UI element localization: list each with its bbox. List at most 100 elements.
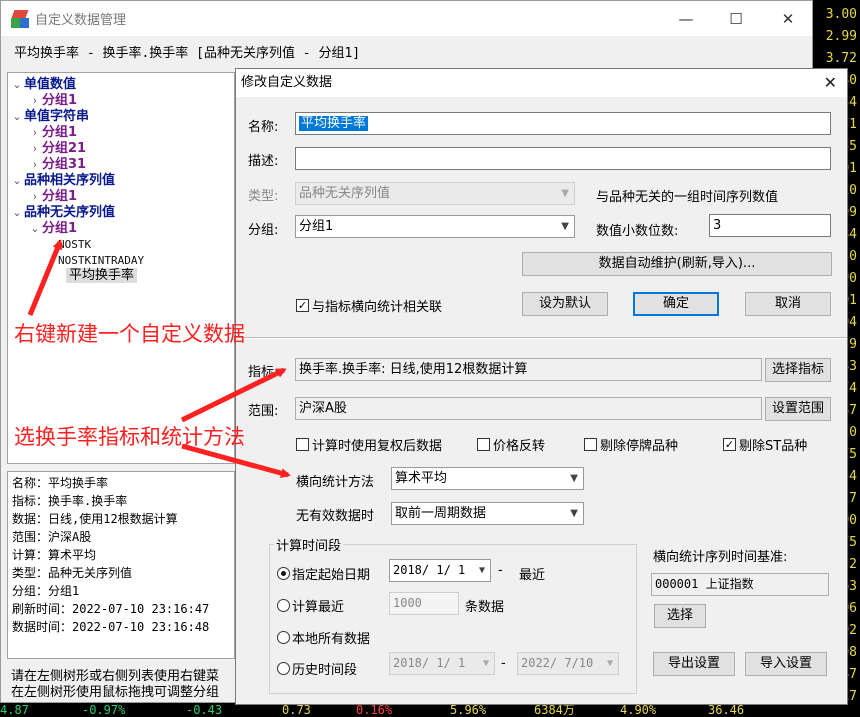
decimals-label: 数值小数位数: [596,224,679,239]
quote-cell: 0.73 [282,703,311,717]
status-hint: 在左侧树形使用鼠标拖拽可调整分组 [11,685,220,700]
collapse-icon[interactable]: ⌄ [10,173,24,189]
cancel-button[interactable]: 取消 [745,292,831,316]
quote-cell: 5.96% [450,703,487,717]
export-settings-button[interactable]: 导出设置 [653,652,735,676]
dialog-title: 修改自定义数据 [241,75,333,90]
ok-button[interactable]: 确定 [633,292,719,316]
tree-node[interactable]: ⌄ 品种无关序列值 [10,205,115,221]
collapse-icon[interactable]: ⌄ [10,205,24,221]
info-line: 类型：品种无关序列值 [12,566,133,580]
tree-leaf[interactable]: NOSTK [58,237,91,253]
radio-recent[interactable]: 计算最近 [277,596,344,615]
minimize-icon[interactable]: — [663,1,709,36]
close-icon[interactable]: ✕ [765,1,811,36]
recent-count-field: 1000 [389,592,459,615]
dropdown-arrow-icon: ▼ [478,565,485,576]
group-select[interactable]: 分组1 ▼ [295,215,575,238]
price-cell: 2.99 [825,29,857,44]
name-field[interactable]: 平均换手率 [295,112,831,135]
annotation-new-data: 右键新建一个自定义数据 [14,322,245,346]
current-path: 平均换手率 - 换手率.换手率 [品种无关序列值 - 分组1] [14,46,361,61]
suspend-checkbox[interactable]: 剔除停牌品种 [584,435,678,454]
radio-start-date[interactable]: 指定起始日期 [277,564,370,583]
dropdown-arrow-icon: ▼ [570,508,578,519]
range-label: 范围: [248,404,279,419]
tree-node[interactable]: ⌄ 分组1 [28,221,77,237]
radio-history[interactable]: 历史时间段 [277,659,357,678]
time-basis-field: 000001 上证指数 [651,573,829,596]
dialog-title-bar[interactable]: 修改自定义数据 ✕ [236,69,847,97]
reverse-checkbox[interactable]: 价格反转 [477,435,545,454]
quote-cell: 6384万 [534,703,575,717]
info-panel: 名称：平均换手率 指标：换手率.换手率 数据：日线,使用12根数据计算 范围：沪… [7,471,235,659]
import-settings-button[interactable]: 导入设置 [745,652,827,676]
collapse-icon[interactable]: ⌄ [10,109,24,125]
auto-maintain-button[interactable]: 数据自动维护(刷新,导入)... [522,252,832,276]
quote-cell: 4.90% [620,703,657,717]
dropdown-arrow-icon: ▼ [482,658,489,669]
st-checkbox[interactable]: ✓ 剔除ST品种 [723,435,807,454]
info-line: 范围：沪深A股 [12,530,92,544]
type-hint: 与品种无关的一组时间序列数值 [596,190,779,205]
tree-leaf[interactable]: NOSTKINTRADAY [58,253,144,269]
modify-custom-data-dialog: 修改自定义数据 ✕ 名称: 平均换手率 描述: 类型: 品种无关序列值 ▼ 与品种… [235,68,848,705]
decimals-field[interactable]: 3 [709,214,831,237]
dialog-close-icon[interactable]: ✕ [824,69,837,97]
stat-method-label: 横向统计方法 [296,475,375,490]
tree-node[interactable]: › 分组31 [28,157,86,173]
collapse-icon[interactable]: ⌄ [28,221,42,237]
app-cube-icon [11,9,29,28]
stat-method-select[interactable]: 算术平均 ▼ [391,467,584,490]
tree-node[interactable]: › 分组1 [28,125,77,141]
maximize-icon[interactable]: ☐ [713,1,759,36]
desc-field[interactable] [295,147,831,170]
restore-checkbox[interactable]: 计算时使用复权后数据 [296,435,442,454]
set-default-button[interactable]: 设为默认 [522,292,608,316]
tree-node[interactable]: › 分组21 [28,141,86,157]
tree-node[interactable]: › 分组1 [28,189,77,205]
invalid-data-label: 无有效数据时 [296,509,375,524]
tree-node[interactable]: ⌄ 单值数值 [10,77,76,93]
type-label: 类型: [248,189,279,204]
period-group-title: 计算时间段 [274,535,344,554]
info-line: 数据时间：2022-07-10 23:16:48 [12,620,210,634]
expand-icon[interactable]: › [28,189,42,205]
dropdown-arrow-icon: ▼ [561,188,569,199]
expand-icon[interactable]: › [28,125,42,141]
choose-basis-button[interactable]: 选择 [654,604,706,628]
price-cell: 3.72 [825,51,857,66]
type-select: 品种无关序列值 ▼ [295,182,575,205]
group-label: 分组: [248,223,279,238]
expand-icon[interactable]: › [28,141,42,157]
tree-node[interactable]: ⌄ 品种相关序列值 [10,173,115,189]
window-title: 自定义数据管理 [35,13,127,28]
history-to-picker: 2022/ 7/10 ▼ [517,652,619,675]
desc-label: 描述: [248,154,279,169]
expand-icon[interactable]: › [28,93,42,109]
recent-unit-label: 条数据 [465,600,505,615]
info-line: 数据：日线,使用12根数据计算 [12,512,178,526]
info-line: 刷新时间：2022-07-10 23:16:47 [12,602,210,616]
title-bar[interactable]: 自定义数据管理 — ☐ ✕ [1,1,812,36]
tree-leaf-selected[interactable]: 平均换手率 [66,268,138,284]
info-line: 指标：换手率.换手率 [12,494,128,508]
time-basis-label: 横向统计序列时间基准: [653,550,788,565]
tree-node[interactable]: › 分组1 [28,93,77,109]
info-line: 分组：分组1 [12,584,80,598]
choose-indicator-button[interactable]: 选择指标 [765,358,831,382]
invalid-data-select[interactable]: 取前一周期数据 ▼ [391,502,584,525]
info-line: 计算：算术平均 [12,548,97,562]
collapse-icon[interactable]: ⌄ [10,77,24,93]
set-range-button[interactable]: 设置范围 [765,397,831,421]
start-date-picker[interactable]: 2018/ 1/ 1 ▼ [389,559,491,582]
data-tree[interactable]: ⌄ 单值数值 › 分组1 ⌄ 单值字符串 › 分组1 › 分组21 › 分组31 ⌄ 品种相关… [7,72,235,464]
link-stat-checkbox[interactable]: ✓ 与指标横向统计相关联 [296,296,442,315]
annotation-choose-indicator: 选换手率指标和统计方法 [14,425,245,449]
radio-all-local[interactable]: 本地所有数据 [277,628,370,647]
quote-cell: -0.97% [82,703,126,717]
tree-node[interactable]: ⌄ 单值字符串 [10,109,89,125]
expand-icon[interactable]: › [28,157,42,173]
dropdown-arrow-icon: ▼ [570,473,578,484]
name-label: 名称: [248,120,279,135]
